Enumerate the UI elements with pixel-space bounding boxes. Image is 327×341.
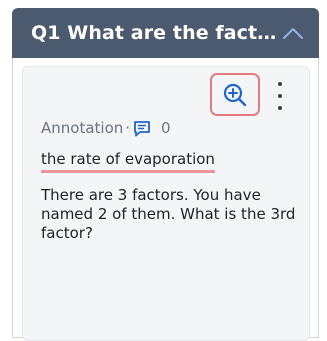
- collapse-button[interactable]: [281, 21, 305, 45]
- annotation-separator: ·: [125, 119, 131, 137]
- chevron-up-icon: [283, 28, 303, 39]
- more-vertical-icon-dot: [278, 106, 282, 110]
- annotation-meta: Annotation · 0: [41, 117, 171, 139]
- zoom-in-button[interactable]: [210, 73, 260, 116]
- annotation-feedback: There are 3 factors. You have named 2 of…: [41, 186, 296, 242]
- question-panel-header[interactable]: Q1 What are the factors...: [12, 8, 319, 58]
- more-vertical-icon-dot: [278, 94, 282, 98]
- more-vertical-icon-dot: [278, 82, 282, 86]
- annotation-count: 0: [161, 119, 171, 137]
- comment-icon: [134, 120, 150, 136]
- annotation-label: Annotation: [41, 119, 124, 137]
- highlighted-answer-text[interactable]: the rate of evaporation: [41, 150, 215, 173]
- zoom-in-icon: [223, 83, 247, 106]
- comment-icon-button[interactable]: [133, 120, 151, 137]
- question-title: Q1 What are the factors...: [31, 22, 281, 44]
- more-options-button[interactable]: [270, 82, 290, 110]
